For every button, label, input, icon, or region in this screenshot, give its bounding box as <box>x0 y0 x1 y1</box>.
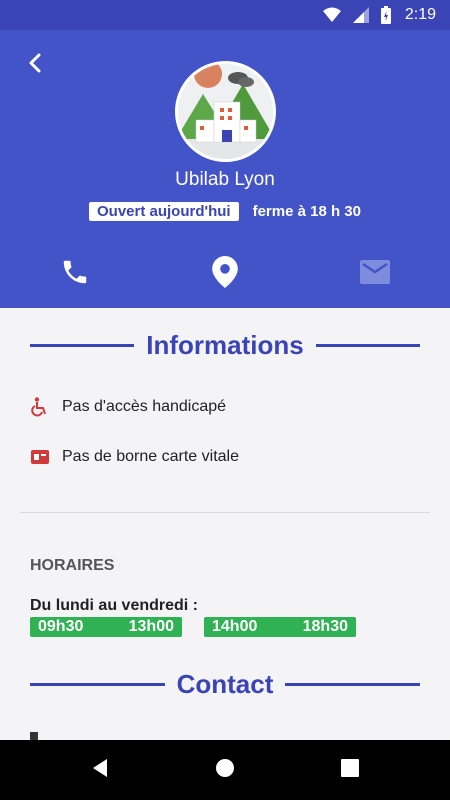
place-avatar <box>175 61 276 162</box>
days-label: Du lundi au vendredi : <box>30 597 199 614</box>
back-button[interactable] <box>20 50 50 80</box>
slot-start: 09h30 <box>38 618 84 635</box>
slot-end: 18h30 <box>302 618 348 635</box>
map-button[interactable] <box>203 252 247 296</box>
opening-status: Ouvert aujourd'hui ferme à 18 h 30 <box>0 202 450 221</box>
email-button[interactable] <box>353 252 397 296</box>
wheelchair-icon <box>30 397 50 417</box>
card-reader-icon <box>30 447 50 467</box>
slot-end: 13h00 <box>128 618 174 635</box>
status-bar: 2:19 <box>0 0 450 30</box>
heading-rule-right <box>285 683 420 686</box>
contact-heading: Contact <box>30 669 420 700</box>
nav-home-button[interactable] <box>195 740 255 800</box>
nav-back-button[interactable] <box>70 740 130 800</box>
hours-heading: HORAIRES <box>30 557 115 574</box>
system-nav-bar <box>0 740 450 800</box>
informations-heading: Informations <box>30 330 421 361</box>
action-bar <box>0 252 450 296</box>
card-reader-info: Pas de borne carte vitale <box>30 447 239 467</box>
email-icon <box>360 259 390 289</box>
accessibility-info: Pas d'accès handicapé <box>30 397 226 417</box>
contact-title: Contact <box>176 669 274 699</box>
slot-start: 14h00 <box>212 618 258 635</box>
signal-icon <box>352 7 369 23</box>
status-time: 2:19 <box>404 6 436 23</box>
wifi-icon <box>322 7 341 23</box>
informations-title: Informations <box>146 330 304 360</box>
battery-charging-icon <box>380 6 391 24</box>
heading-rule-right <box>315 344 421 347</box>
card-reader-label: Pas de borne carte vitale <box>62 448 239 465</box>
nav-recents-button[interactable] <box>320 740 380 800</box>
place-header: Ubilab Lyon Ouvert aujourd'hui ferme à 1… <box>0 30 450 308</box>
building-illustration <box>178 64 273 159</box>
square-recents-icon <box>341 758 359 782</box>
circle-home-icon <box>215 758 235 783</box>
phone-icon <box>60 257 90 292</box>
place-name: Ubilab Lyon <box>175 169 275 190</box>
time-slot-afternoon: 14h00 18h30 <box>204 617 356 637</box>
closing-time: ferme à 18 h 30 <box>252 203 361 220</box>
triangle-back-icon <box>91 758 109 783</box>
location-pin-icon <box>212 255 238 293</box>
time-slots: 09h30 13h00 14h00 18h30 <box>30 617 356 637</box>
accessibility-label: Pas d'accès handicapé <box>62 398 227 415</box>
call-button[interactable] <box>53 252 97 296</box>
time-slot-morning: 09h30 13h00 <box>30 617 182 637</box>
open-today-badge: Ouvert aujourd'hui <box>89 202 239 221</box>
heading-rule-left <box>30 683 165 686</box>
chevron-left-icon <box>28 53 42 78</box>
heading-rule-left <box>30 344 135 347</box>
section-divider <box>20 512 430 513</box>
